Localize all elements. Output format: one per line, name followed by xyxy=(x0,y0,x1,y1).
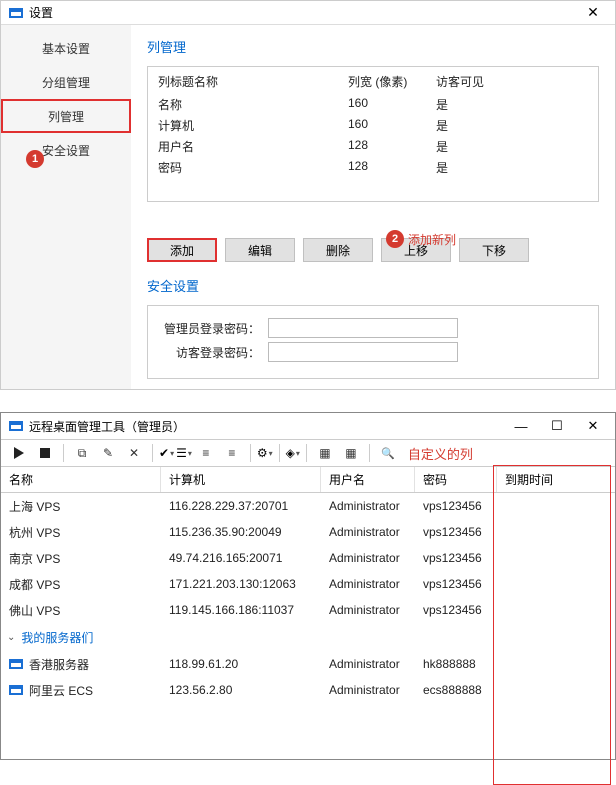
close-button[interactable]: ✕ xyxy=(575,2,611,24)
section-title-security: 安全设置 xyxy=(147,276,599,295)
main-titlebar: 远程桌面管理工具（管理员） ✕ xyxy=(1,413,615,439)
table-row[interactable]: 南京 VPS 49.74.216.165:20071 Administrator… xyxy=(1,545,615,571)
app-icon xyxy=(9,8,23,18)
guest-pw-label: 访客登录密码： xyxy=(158,344,268,361)
nav-security[interactable]: 安全设置 xyxy=(1,133,131,167)
annotation-badge-1: 1 xyxy=(26,150,44,168)
settings-main-panel: 列管理 列标题名称 列宽 (像素) 访客可见 名称 160 是 计算机 160 … xyxy=(131,25,615,389)
columns-listbox[interactable]: 列标题名称 列宽 (像素) 访客可见 名称 160 是 计算机 160 是 用户… xyxy=(147,66,599,202)
security-box: 管理员登录密码： 访客登录密码： xyxy=(147,305,599,379)
hdr-computer[interactable]: 计算机 xyxy=(161,467,321,492)
align-right-button[interactable] xyxy=(220,442,244,464)
nav-column[interactable]: 列管理 xyxy=(1,99,131,133)
table-row[interactable]: 杭州 VPS 115.236.35.90:20049 Administrator… xyxy=(1,519,615,545)
connect-button[interactable] xyxy=(7,442,31,464)
table-row[interactable]: 佛山 VPS 119.145.166.186:11037 Administrat… xyxy=(1,597,615,623)
delete-entry-button[interactable] xyxy=(122,442,146,464)
columns-row[interactable]: 名称 160 是 xyxy=(148,94,598,115)
list-dropdown[interactable]: ▾ xyxy=(176,446,192,460)
hdr-expire[interactable]: 到期时间 xyxy=(497,467,609,492)
table-row[interactable]: 成都 VPS 171.221.203.130:12063 Administrat… xyxy=(1,571,615,597)
section-title-column: 列管理 xyxy=(147,37,599,56)
align-left-button[interactable] xyxy=(194,442,218,464)
check-dropdown[interactable]: ▾ xyxy=(159,446,174,460)
annotation-custom-col: 自定义的列 xyxy=(408,444,473,463)
minimize-button[interactable] xyxy=(503,414,539,438)
hdr-pass[interactable]: 密码 xyxy=(415,467,497,492)
group-label: 我的服务器们 xyxy=(21,629,93,646)
grid-2x2-button[interactable] xyxy=(313,442,337,464)
table-row[interactable]: 阿里云 ECS 123.56.2.80 Administrator ecs888… xyxy=(1,677,615,703)
columns-row[interactable]: 密码 128 是 xyxy=(148,157,598,178)
main-title: 远程桌面管理工具（管理员） xyxy=(29,418,185,435)
locate-dropdown[interactable]: ▾ xyxy=(286,446,300,460)
edit-button[interactable]: 编辑 xyxy=(225,238,295,262)
grid-body: 上海 VPS 116.228.229.37:20701 Administrato… xyxy=(1,493,615,759)
guest-pw-input[interactable] xyxy=(268,342,458,362)
close-button[interactable]: ✕ xyxy=(575,414,611,438)
columns-row[interactable]: 计算机 160 是 xyxy=(148,115,598,136)
stop-button[interactable] xyxy=(33,442,57,464)
columns-row[interactable]: 用户名 128 是 xyxy=(148,136,598,157)
server-icon xyxy=(9,685,23,695)
edit-entry-button[interactable] xyxy=(96,442,120,464)
app-icon xyxy=(9,421,23,431)
table-row[interactable]: 香港服务器 118.99.61.20 Administrator hk88888… xyxy=(1,651,615,677)
grid-header: 名称 计算机 用户名 密码 到期时间 xyxy=(1,467,615,493)
nav-group[interactable]: 分组管理 xyxy=(1,65,131,99)
chevron-down-icon: ⌄ xyxy=(7,632,15,643)
settings-dropdown[interactable]: ▾ xyxy=(257,446,273,460)
delete-button[interactable]: 删除 xyxy=(303,238,373,262)
maximize-button[interactable] xyxy=(539,414,575,438)
main-window: 远程桌面管理工具（管理员） ✕ ▾ ▾ ▾ ▾ 自定义的列 名称 计 xyxy=(0,412,616,760)
toolbar: ▾ ▾ ▾ ▾ 自定义的列 xyxy=(1,439,615,467)
annotation-badge-2: 2 xyxy=(386,230,404,248)
grid-3x3-button[interactable] xyxy=(339,442,363,464)
hdr-user[interactable]: 用户名 xyxy=(321,467,415,492)
settings-side-nav: 基本设置 分组管理 列管理 安全设置 1 xyxy=(1,25,131,389)
table-row[interactable]: 上海 VPS 116.228.229.37:20701 Administrato… xyxy=(1,493,615,519)
column-buttons: 添加 编辑 删除 上移 下移 xyxy=(147,238,599,262)
search-button[interactable] xyxy=(376,442,400,464)
new-entry-button[interactable] xyxy=(70,442,94,464)
columns-header: 列标题名称 列宽 (像素) 访客可见 xyxy=(148,67,598,94)
settings-title: 设置 xyxy=(29,4,53,21)
annotation-add-new-col: 2 添加新列 xyxy=(386,230,456,248)
server-icon xyxy=(9,659,23,669)
nav-basic[interactable]: 基本设置 xyxy=(1,31,131,65)
add-button[interactable]: 添加 xyxy=(147,238,217,262)
admin-pw-label: 管理员登录密码： xyxy=(158,320,268,337)
group-row[interactable]: ⌄ 我的服务器们 xyxy=(1,623,615,651)
settings-window: 设置 ✕ 上 杭 南 成 佛 基本设置 分组管理 列管理 安全设置 1 列管理 … xyxy=(0,0,616,390)
settings-titlebar: 设置 ✕ xyxy=(1,1,615,25)
hdr-name[interactable]: 名称 xyxy=(1,467,161,492)
window-controls: ✕ xyxy=(503,414,611,438)
admin-pw-input[interactable] xyxy=(268,318,458,338)
movedown-button[interactable]: 下移 xyxy=(459,238,529,262)
